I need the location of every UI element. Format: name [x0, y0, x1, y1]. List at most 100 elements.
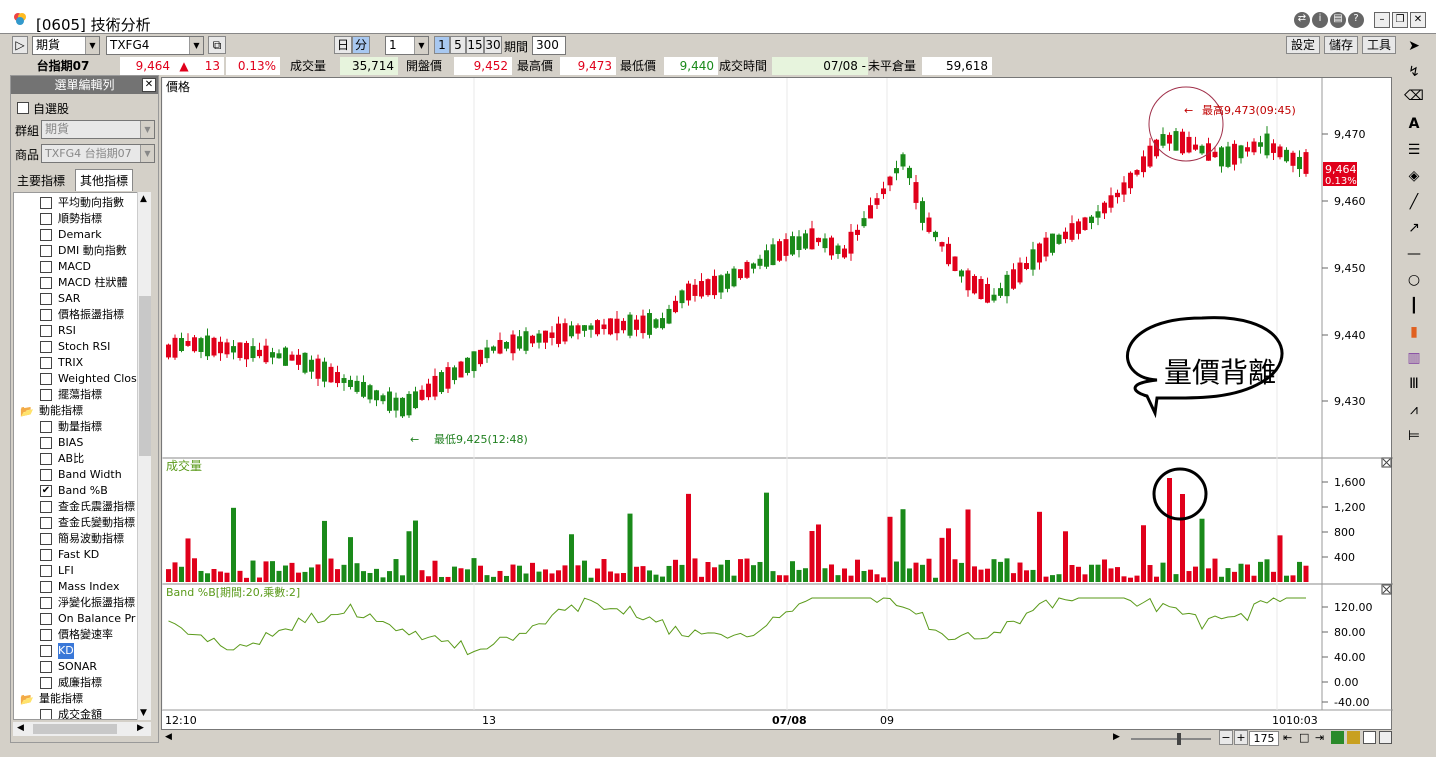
- tree-item[interactable]: Band Width: [14, 467, 142, 483]
- vline-icon[interactable]: ┃: [1404, 296, 1424, 316]
- chart-scrollbar[interactable]: ◀ ▶ − + 175 ⇤ □ ⇥: [161, 730, 1392, 747]
- item-checkbox[interactable]: [40, 357, 52, 369]
- tree-item[interactable]: 平均動向指數: [14, 195, 142, 211]
- settings-button[interactable]: 設定: [1286, 36, 1320, 54]
- tree-folder[interactable]: 📂 量能指標: [14, 691, 142, 707]
- item-checkbox[interactable]: [40, 389, 52, 401]
- grid-icon[interactable]: Ⅲ: [1404, 374, 1424, 394]
- scroll-up-icon[interactable]: ▲: [140, 194, 147, 204]
- minimize-button[interactable]: –: [1374, 12, 1390, 28]
- info-icon[interactable]: i: [1312, 12, 1328, 28]
- zoom-value[interactable]: 175: [1249, 731, 1279, 746]
- volume-pane-close-icon[interactable]: [1381, 457, 1392, 468]
- item-checkbox[interactable]: [40, 629, 52, 641]
- watchlist-checkbox[interactable]: [17, 102, 29, 114]
- tree-item[interactable]: 查金氏震盪指標: [14, 499, 142, 515]
- tree-item[interactable]: 簡易波動指標: [14, 531, 142, 547]
- item-checkbox[interactable]: [40, 309, 52, 321]
- item-checkbox[interactable]: [40, 645, 52, 657]
- zoom-in-button[interactable]: +: [1234, 730, 1248, 745]
- tree-item[interactable]: 順勢指標: [14, 211, 142, 227]
- circle-icon[interactable]: ○: [1404, 270, 1424, 290]
- scroll-left-icon[interactable]: ◀: [165, 732, 172, 742]
- chart-area[interactable]: 9,470 9,460 9,450 9,440 9,430 1,600 1,200 800 40…: [161, 77, 1393, 730]
- zoom-thumb[interactable]: [1177, 733, 1181, 745]
- item-checkbox[interactable]: [40, 613, 52, 625]
- item-checkbox[interactable]: [40, 533, 52, 545]
- tree-item[interactable]: 成交金額: [14, 707, 142, 719]
- tab-other-indicators[interactable]: 其他指標: [75, 169, 134, 191]
- arrow-line-icon[interactable]: ↗: [1404, 218, 1424, 238]
- tree-item[interactable]: DMI 動向指數: [14, 243, 142, 259]
- cursor-icon[interactable]: ➤: [1404, 36, 1424, 56]
- period-15-button[interactable]: 15: [466, 36, 484, 54]
- save-button[interactable]: 儲存: [1324, 36, 1358, 54]
- item-checkbox[interactable]: [40, 581, 52, 593]
- crosshair-icon[interactable]: ↯: [1404, 62, 1424, 82]
- item-checkbox[interactable]: [40, 437, 52, 449]
- play-button[interactable]: ▷: [12, 36, 28, 54]
- minute-button[interactable]: 分: [352, 36, 370, 54]
- tree-item[interactable]: ✔ Band %B: [14, 483, 142, 499]
- item-checkbox[interactable]: [40, 709, 52, 719]
- maximize-button[interactable]: ❐: [1392, 12, 1408, 28]
- rewind-icon[interactable]: ⇤: [1283, 731, 1292, 744]
- tree-item[interactable]: SONAR: [14, 659, 142, 675]
- tree-item[interactable]: LFI: [14, 563, 142, 579]
- tree-folder[interactable]: 📂 動能指標: [14, 403, 142, 419]
- close-button[interactable]: ✕: [1410, 12, 1426, 28]
- item-checkbox[interactable]: [40, 565, 52, 577]
- tree-item[interactable]: BIAS: [14, 435, 142, 451]
- tree-item[interactable]: MACD 柱狀體: [14, 275, 142, 291]
- tree-item[interactable]: 價格變速率: [14, 627, 142, 643]
- zoom-out-button[interactable]: −: [1219, 730, 1233, 745]
- symbol-select[interactable]: TXFG4 ▼: [106, 36, 204, 55]
- day-button[interactable]: 日: [334, 36, 352, 54]
- print-icon[interactable]: ▤: [1330, 12, 1346, 28]
- zoom-slider[interactable]: [1131, 738, 1211, 740]
- tree-item[interactable]: 威廉指標: [14, 675, 142, 691]
- forward-icon[interactable]: ⇥: [1315, 731, 1324, 744]
- period-1-button[interactable]: 1: [434, 36, 450, 54]
- item-checkbox[interactable]: [40, 661, 52, 673]
- hscroll-thumb[interactable]: [33, 724, 117, 734]
- tools-button[interactable]: 工具: [1362, 36, 1396, 54]
- period-30-button[interactable]: 30: [484, 36, 502, 54]
- scroll-left-icon[interactable]: ◀: [17, 723, 24, 733]
- tree-item[interactable]: 查金氏變動指標: [14, 515, 142, 531]
- tree-item[interactable]: SAR: [14, 291, 142, 307]
- indicator-pane-close-icon[interactable]: [1381, 584, 1392, 595]
- item-checkbox[interactable]: [40, 469, 52, 481]
- tree-item[interactable]: 淨變化振盪指標: [14, 595, 142, 611]
- item-checkbox[interactable]: [40, 277, 52, 289]
- excel-icon[interactable]: [1331, 731, 1344, 744]
- scroll-right-icon[interactable]: ▶: [137, 723, 144, 733]
- fib-icon[interactable]: ▥: [1404, 348, 1424, 368]
- tree-hscrollbar[interactable]: ◀ ▶: [13, 722, 151, 736]
- ruler-icon[interactable]: ⊨: [1404, 426, 1424, 446]
- tree-item[interactable]: Weighted Clos: [14, 371, 142, 387]
- tree-item[interactable]: RSI: [14, 323, 142, 339]
- item-checkbox[interactable]: ✔: [40, 485, 52, 497]
- help-icon[interactable]: ?: [1348, 12, 1364, 28]
- scroll-down-icon[interactable]: ▼: [140, 708, 147, 718]
- market-select[interactable]: 期貨 ▼: [32, 36, 100, 55]
- nav-icon[interactable]: ⇄: [1294, 12, 1310, 28]
- bar-icon[interactable]: ▮: [1404, 322, 1424, 342]
- item-checkbox[interactable]: [40, 501, 52, 513]
- line-icon[interactable]: ╱: [1404, 192, 1424, 212]
- save-icon[interactable]: [1347, 731, 1360, 744]
- item-checkbox[interactable]: [40, 197, 52, 209]
- period-input[interactable]: 300: [532, 36, 566, 55]
- palette-icon[interactable]: ◈: [1404, 166, 1424, 186]
- item-checkbox[interactable]: [40, 421, 52, 433]
- scroll-thumb[interactable]: [139, 296, 151, 456]
- tree-item[interactable]: On Balance Pr: [14, 611, 142, 627]
- period-5-button[interactable]: 5: [450, 36, 466, 54]
- sidebar-close-icon[interactable]: ✕: [142, 78, 156, 92]
- item-checkbox[interactable]: [40, 213, 52, 225]
- lines-icon[interactable]: ☰: [1404, 140, 1424, 160]
- stop-icon[interactable]: □: [1299, 731, 1309, 744]
- tree-item[interactable]: KD: [14, 643, 142, 659]
- tree-item[interactable]: MACD: [14, 259, 142, 275]
